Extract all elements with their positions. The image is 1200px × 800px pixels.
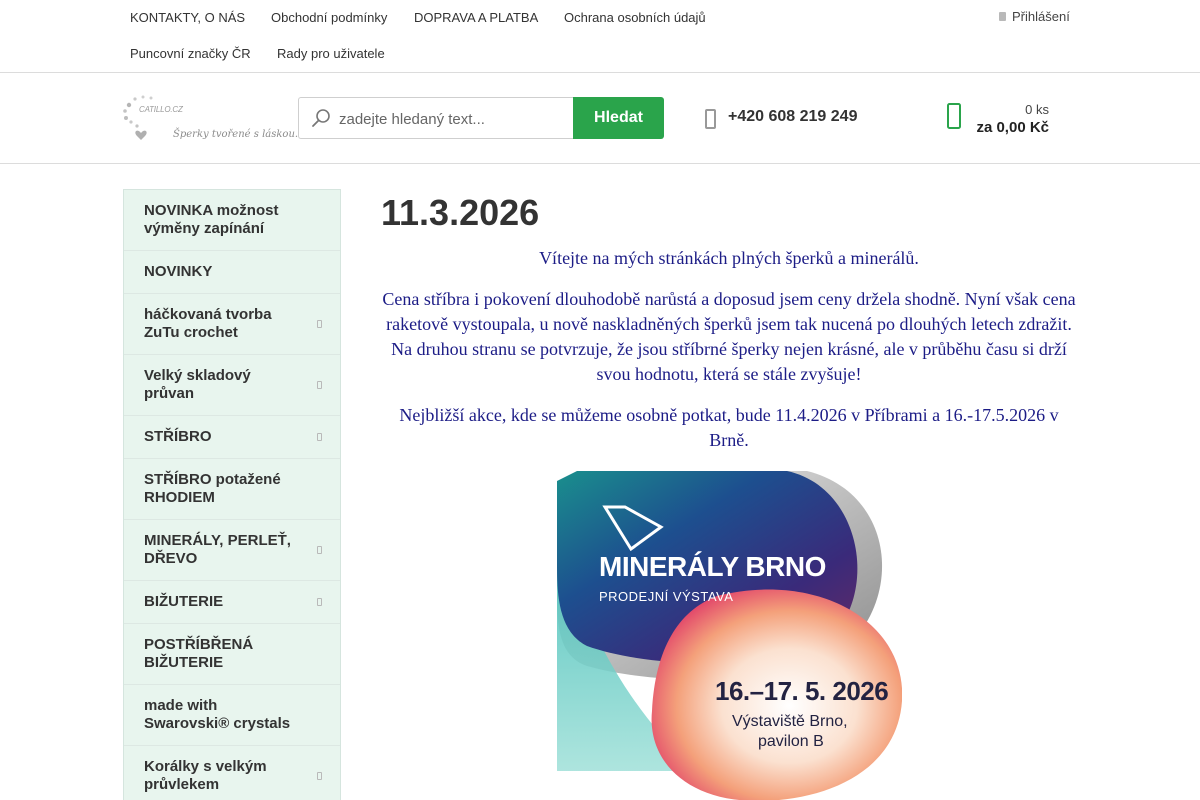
- chevron-right-icon: [317, 772, 322, 780]
- event-paragraph: Nejbližší akce, kde se můžeme osobně pot…: [399, 405, 1059, 450]
- nav-link-privacy[interactable]: Ochrana osobních údajů: [564, 10, 706, 25]
- nav-link-advice[interactable]: Rady pro uživatele: [277, 46, 385, 61]
- sidebar-item-label: STŘÍBRO: [144, 428, 212, 445]
- login-link[interactable]: Přihlášení: [999, 9, 1070, 24]
- sidebar-item-beads[interactable]: Korálky s velkým průvlekem: [124, 746, 340, 800]
- sidebar-item-label: Korálky s velkým průvlekem: [144, 758, 267, 793]
- welcome-paragraph: Vítejte na mých stránkách plných šperků …: [539, 248, 919, 268]
- search-box: [298, 97, 574, 139]
- cart-total[interactable]: za 0,00 Kč: [940, 119, 1049, 136]
- logo-text: CATILLO.CZ: [139, 105, 183, 114]
- sidebar-item-label: POSTŘÍBŘENÁ BIŽUTERIE: [144, 636, 254, 671]
- page-title: 11.3.2026: [381, 192, 540, 233]
- sidebar-item-minerals[interactable]: MINERÁLY, PERLEŤ, DŘEVO: [124, 520, 340, 581]
- sidebar-item-label: MINERÁLY, PERLEŤ, DŘEVO: [144, 532, 291, 567]
- sidebar-item-clasp-exchange[interactable]: NOVINKA možnost výměny zapínání: [124, 190, 340, 251]
- sidebar-item-stock-sale[interactable]: Velký skladový průvan: [124, 355, 340, 416]
- banner-graphic: [557, 471, 902, 800]
- category-sidebar: NOVINKA možnost výměny zapínání NOVINKY …: [123, 189, 341, 800]
- chevron-right-icon: [317, 433, 322, 441]
- chevron-right-icon: [317, 546, 322, 554]
- sidebar-item-label: BIŽUTERIE: [144, 593, 224, 610]
- sidebar-item-label: NOVINKA možnost výměny zapínání: [144, 202, 279, 237]
- banner-dates: 16.–17. 5. 2026: [715, 676, 889, 706]
- main-content: 11.3.2026 Vítejte na mých stránkách plný…: [381, 189, 1077, 800]
- sidebar-item-label: háčkovaná tvorba ZuTu crochet: [144, 306, 272, 341]
- cart-count[interactable]: 0 ks: [950, 102, 1049, 117]
- search-button[interactable]: Hledat: [573, 97, 664, 139]
- banner-title: MINERÁLY BRNO: [599, 551, 826, 582]
- site-header: CATILLO.CZ Šperky tvořené s láskou... Hl…: [0, 73, 1200, 164]
- nav-link-contacts[interactable]: KONTAKTY, O NÁS: [130, 10, 245, 25]
- chevron-right-icon: [317, 381, 322, 389]
- sidebar-item-label: Velký skladový průvan: [144, 367, 251, 402]
- nav-link-hallmarks[interactable]: Puncovní značky ČR: [130, 46, 251, 61]
- sidebar-item-silver-rhodium[interactable]: STŘÍBRO potažené RHODIEM: [124, 459, 340, 520]
- banner-venue: Výstaviště Brno,: [732, 713, 848, 730]
- phone-icon: [705, 109, 716, 129]
- phone-number[interactable]: +420 608 219 249: [728, 108, 857, 126]
- sidebar-item-bijouterie[interactable]: BIŽUTERIE: [124, 581, 340, 624]
- sidebar-item-swarovski[interactable]: made with Swarovski® crystals: [124, 685, 340, 746]
- search-icon: [312, 109, 330, 127]
- login-label: Přihlášení: [1012, 9, 1070, 24]
- sidebar-item-silver[interactable]: STŘÍBRO: [124, 416, 340, 459]
- top-navigation: KONTAKTY, O NÁS Obchodní podmínky DOPRAV…: [0, 0, 1200, 73]
- sidebar-item-silver-plated[interactable]: POSTŘÍBŘENÁ BIŽUTERIE: [124, 624, 340, 685]
- site-logo[interactable]: CATILLO.CZ Šperky tvořené s láskou...: [123, 95, 304, 143]
- lock-icon: [999, 12, 1006, 21]
- sidebar-item-label: STŘÍBRO potažené RHODIEM: [144, 471, 281, 506]
- sidebar-item-label: NOVINKY: [144, 263, 213, 280]
- event-banner-image: MINERÁLY BRNO PRODEJNÍ VÝSTAVA 16.–17. 5…: [557, 471, 902, 800]
- chevron-right-icon: [317, 320, 322, 328]
- sidebar-item-label: made with Swarovski® crystals: [144, 697, 291, 732]
- nav-link-shipping[interactable]: DOPRAVA A PLATBA: [414, 10, 538, 25]
- search-input[interactable]: [339, 108, 564, 130]
- nav-link-terms[interactable]: Obchodní podmínky: [271, 10, 387, 25]
- sidebar-item-novinky[interactable]: NOVINKY: [124, 251, 340, 294]
- banner-pavilion: pavilon B: [758, 733, 824, 750]
- chevron-right-icon: [317, 598, 322, 606]
- logo-tagline: Šperky tvořené s láskou...: [173, 129, 305, 140]
- price-paragraph: Cena stříbra i pokovení dlouhodobě narůs…: [382, 289, 1076, 384]
- sidebar-item-crochet[interactable]: háčkovaná tvorba ZuTu crochet: [124, 294, 340, 355]
- banner-subtitle: PRODEJNÍ VÝSTAVA: [599, 589, 734, 604]
